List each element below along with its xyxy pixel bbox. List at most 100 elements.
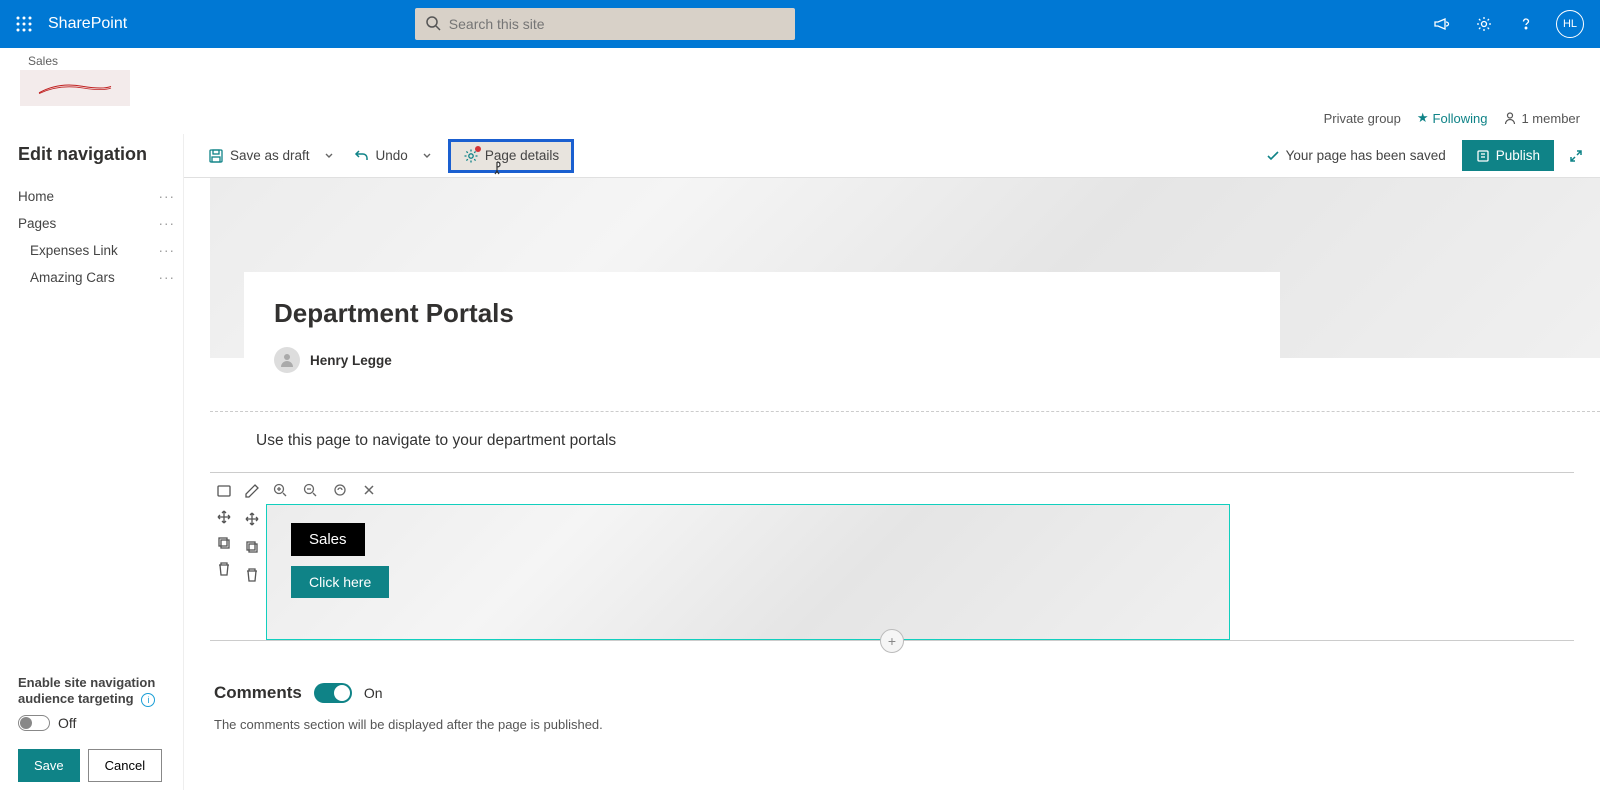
nav-item-amazing-cars[interactable]: Amazing Cars ··· [18,264,175,291]
zoom-out-icon[interactable] [302,482,318,498]
members-label: 1 member [1521,111,1580,126]
site-name[interactable]: Sales [28,54,1580,68]
save-draft-chevron[interactable] [322,147,336,165]
search-input[interactable] [415,8,795,40]
zoom-in-icon[interactable] [272,482,288,498]
save-as-draft-button[interactable]: Save as draft [200,142,318,170]
more-icon[interactable]: ··· [159,243,176,258]
author-name: Henry Legge [310,353,392,368]
members-button[interactable]: 1 member [1503,111,1580,126]
suite-bar: SharePoint HL [0,0,1600,48]
cmd-label: Save as draft [230,148,310,163]
saved-message: Your page has been saved [1266,148,1446,163]
webpart-toolbar [238,476,266,640]
page-details-button[interactable]: Page details [448,139,574,173]
privacy-label: Private group [1324,111,1401,126]
expand-button[interactable] [1568,148,1584,164]
cursor-icon [491,160,507,176]
nav-item-pages[interactable]: Pages ··· [18,210,175,237]
chevron-down-icon [324,151,334,161]
publish-button[interactable]: Publish [1462,140,1554,171]
comments-note: The comments section will be displayed a… [214,717,1600,732]
star-icon: ★ [1417,110,1429,126]
main-area: Edit navigation Home ··· Pages ··· Expense… [0,134,1600,790]
reset-icon[interactable] [332,482,348,498]
undo-chevron[interactable] [420,147,434,165]
search-icon [425,15,441,31]
close-icon[interactable] [362,483,376,497]
image-toolbar [266,476,1230,504]
nav-footer-buttons: Save Cancel [18,749,175,782]
cmd-label: Undo [376,148,408,163]
audience-toggle[interactable]: Off [18,715,175,731]
nav-item-home[interactable]: Home ··· [18,183,175,210]
cancel-button[interactable]: Cancel [88,749,162,782]
audience-targeting-label: Enable site navigation audience targetin… [18,674,175,707]
edit-navigation-pane: Edit navigation Home ··· Pages ··· Expense… [0,134,184,790]
command-bar: Save as draft Undo Page details [184,134,1600,178]
add-webpart-button[interactable]: + [880,629,904,653]
gear-icon [463,148,479,164]
toggle-label: Off [58,715,76,731]
following-label: Following [1433,111,1488,126]
nav-item-label: Amazing Cars [30,270,115,285]
more-icon[interactable]: ··· [159,270,176,285]
site-status-row: Private group ★ Following 1 member [0,106,1600,134]
nav-item-label: Pages [18,216,56,231]
comments-toggle[interactable] [314,683,352,703]
app-name[interactable]: SharePoint [48,15,127,33]
save-button[interactable]: Save [18,749,80,782]
canvas-scroll[interactable]: Department Portals Henry Legge Use this … [184,178,1600,790]
help-icon[interactable] [1514,12,1538,36]
page-author[interactable]: Henry Legge [274,347,1250,373]
info-icon[interactable]: i [141,693,155,707]
delete-section-icon[interactable] [215,560,233,578]
section-toolbar [210,476,238,640]
duplicate-webpart-icon[interactable] [243,538,261,556]
site-header: Sales [0,48,1600,106]
comments-row: Comments On [214,683,1600,703]
delete-webpart-icon[interactable] [243,566,261,584]
expand-icon [1568,148,1584,164]
webpart-wrap: Sales Click here [266,476,1230,640]
comments-heading: Comments [214,683,302,703]
more-icon[interactable]: ··· [159,216,176,231]
page-title[interactable]: Department Portals [274,298,1250,329]
save-icon [208,148,224,164]
app-launcher-icon[interactable] [8,8,40,40]
nav-item-expenses[interactable]: Expenses Link··· [18,237,175,264]
move-webpart-icon[interactable] [243,510,261,528]
comments-toggle-label: On [364,685,383,701]
settings-icon[interactable] [1472,12,1496,36]
undo-icon [354,148,370,164]
megaphone-icon[interactable] [1430,12,1454,36]
more-icon[interactable]: ··· [159,189,176,204]
undo-button[interactable]: Undo [346,142,416,170]
webpart-cta-button[interactable]: Click here [291,566,389,598]
page-description[interactable]: Use this page to navigate to your depart… [256,432,1600,450]
edit-section-icon[interactable] [215,482,233,500]
webpart-label[interactable]: Sales [291,523,365,556]
cmd-label: Publish [1496,148,1540,163]
nav-item-label: Home [18,189,54,204]
toggle-track [18,715,50,731]
check-icon [1266,149,1280,163]
left-nav-footer: Enable site navigation audience targetin… [18,674,175,782]
duplicate-section-icon[interactable] [215,534,233,552]
publish-icon [1476,149,1490,163]
edit-webpart-icon[interactable] [243,482,261,500]
title-area[interactable]: Department Portals Henry Legge [244,272,1280,383]
section-divider [210,411,1600,412]
section-divider [210,472,1574,473]
user-avatar[interactable]: HL [1556,10,1584,38]
search-wrap [415,8,795,40]
author-avatar-icon [274,347,300,373]
webpart-row: Sales Click here [210,476,1574,640]
site-logo[interactable] [20,70,130,106]
move-section-icon[interactable] [215,508,233,526]
following-button[interactable]: ★ Following [1417,110,1488,126]
hero-webpart[interactable]: Sales Click here [266,504,1230,640]
suite-right: HL [1430,10,1584,38]
edit-nav-title: Edit navigation [18,144,175,165]
person-icon [1503,111,1517,125]
